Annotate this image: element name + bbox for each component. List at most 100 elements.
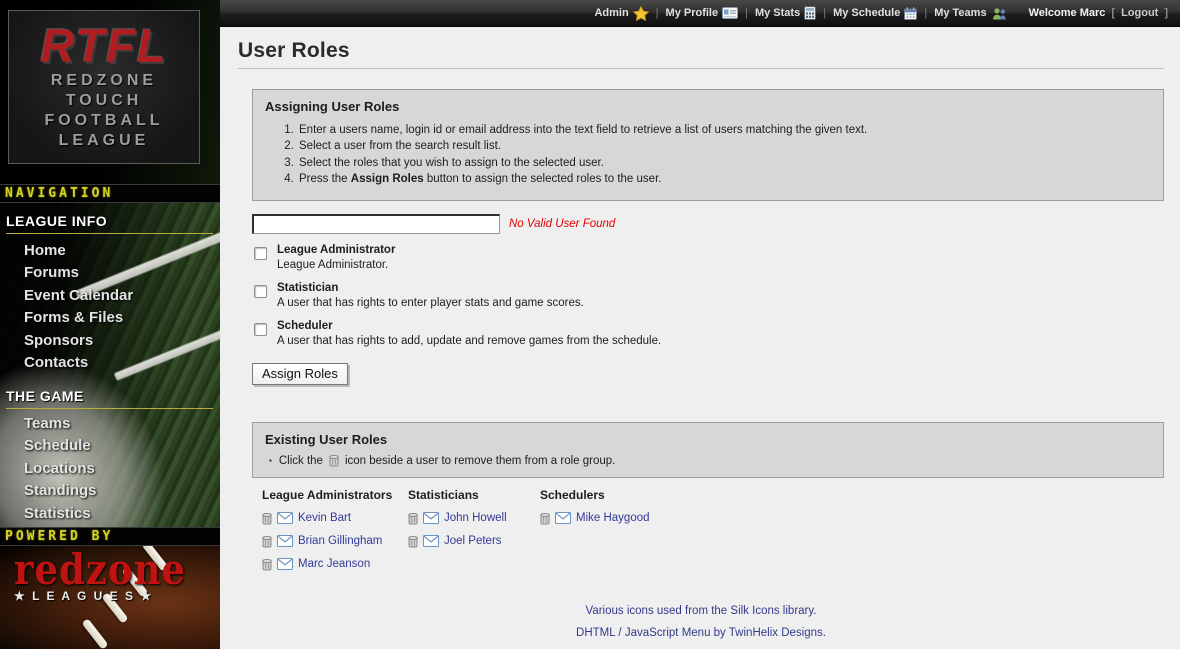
vcard-icon xyxy=(722,7,738,19)
member-name-link[interactable]: Marc Jeanson xyxy=(298,558,370,570)
member-name-link[interactable]: Joel Peters xyxy=(444,535,502,547)
topbar-session: Welcome Marc [ Logout ] xyxy=(1029,7,1168,19)
remove-user-trash-icon[interactable] xyxy=(262,512,272,525)
sidebar-item-standings[interactable]: Standings xyxy=(0,480,220,502)
sidebar-item-forums[interactable]: Forums xyxy=(0,262,220,284)
instruction-step: Select the roles that you wish to assign… xyxy=(297,155,1151,171)
role-label: Scheduler xyxy=(277,320,661,334)
email-user-mail-icon[interactable] xyxy=(277,558,293,570)
email-user-mail-icon[interactable] xyxy=(277,512,293,524)
member-name-link[interactable]: Mike Haygood xyxy=(576,512,650,524)
topbar-my-profile-label: My Profile xyxy=(666,7,719,19)
logo-line: TOUCH xyxy=(9,91,199,111)
topbar-my-profile[interactable]: My Profile xyxy=(666,7,739,19)
calculator-icon xyxy=(804,6,816,20)
sidebar-item-contacts[interactable]: Contacts xyxy=(0,352,220,374)
logo-line: LEAGUE xyxy=(9,131,199,151)
group-schedulers: Schedulers Mike Haygood xyxy=(540,488,700,571)
topbar-my-teams-label: My Teams xyxy=(934,7,986,19)
logout-link[interactable]: Logout xyxy=(1121,7,1158,19)
sidebar-item-schedule[interactable]: Schedule xyxy=(0,435,220,457)
sidebar-item-forms-files[interactable]: Forms & Files xyxy=(0,307,220,329)
topbar-separator: | xyxy=(924,7,927,19)
topbar-my-stats-label: My Stats xyxy=(755,7,800,19)
topbar-my-teams[interactable]: My Teams xyxy=(934,7,1006,20)
member-row: Marc Jeanson xyxy=(262,557,408,571)
sidebar-item-locations[interactable]: Locations xyxy=(0,458,220,480)
bullet: ▪ xyxy=(269,456,272,465)
instruction-step: Select a user from the search result lis… xyxy=(297,138,1151,154)
football-lace xyxy=(81,618,108,649)
group-title: Statisticians xyxy=(408,488,540,502)
league-logo: RTFL REDZONE TOUCH FOOTBALL LEAGUE xyxy=(8,10,200,164)
sidebar-item-home[interactable]: Home xyxy=(0,240,220,262)
welcome-text: Welcome Marc xyxy=(1029,7,1106,19)
remove-user-trash-icon[interactable] xyxy=(262,558,272,571)
sidebar-item-teams[interactable]: Teams xyxy=(0,413,220,435)
the-game-menu: Teams Schedule Locations Standings Stati… xyxy=(0,413,220,525)
member-row: Brian Gillingham xyxy=(262,534,408,548)
email-user-mail-icon[interactable] xyxy=(423,535,439,547)
email-user-mail-icon[interactable] xyxy=(423,512,439,524)
topbar-admin-label: Admin xyxy=(594,7,628,19)
role-option-scheduler: Scheduler A user that has rights to add,… xyxy=(252,320,1164,348)
search-status-message: No Valid User Found xyxy=(509,218,615,230)
topbar: Admin | My Profile | My Stats | My Sched… xyxy=(220,0,1180,27)
footer-credit-menu: DHTML / JavaScript Menu by TwinHelix Des… xyxy=(238,627,1164,639)
sidebar-item-statistics[interactable]: Statistics xyxy=(0,503,220,525)
page-title: User Roles xyxy=(238,39,1164,63)
topbar-admin[interactable]: Admin xyxy=(594,6,648,21)
league-administrator-checkbox[interactable] xyxy=(254,247,267,260)
assign-roles-button[interactable]: Assign Roles xyxy=(252,363,348,385)
role-option-league-administrator: League Administrator League Administrato… xyxy=(252,244,1164,272)
user-search-input[interactable] xyxy=(252,214,500,234)
section-title-the-game: THE GAME xyxy=(6,388,213,409)
email-user-mail-icon[interactable] xyxy=(277,535,293,547)
note-text: icon beside a user to remove them from a… xyxy=(345,455,615,467)
sidebar-item-sponsors[interactable]: Sponsors xyxy=(0,330,220,352)
footer: Various icons used from the Silk Icons l… xyxy=(238,605,1164,639)
remove-user-trash-icon[interactable] xyxy=(262,535,272,548)
group-title: League Administrators xyxy=(262,488,408,502)
role-label: Statistician xyxy=(277,282,584,296)
remove-user-trash-icon[interactable] xyxy=(408,512,418,525)
sidebar-item-event-calendar[interactable]: Event Calendar xyxy=(0,285,220,307)
role-description: League Administrator. xyxy=(277,259,395,273)
group-icon xyxy=(991,7,1007,20)
statistician-checkbox[interactable] xyxy=(254,285,267,298)
member-row: John Howell xyxy=(408,511,540,525)
trash-icon xyxy=(329,454,339,467)
existing-box-note: ▪ Click the icon beside a user to remove… xyxy=(265,454,1151,467)
logo-acronym: RTFL xyxy=(9,21,199,71)
instruction-bold: Assign Roles xyxy=(351,173,424,185)
member-name-link[interactable]: John Howell xyxy=(444,512,507,524)
remove-user-trash-icon[interactable] xyxy=(408,535,418,548)
instruction-text: Press the xyxy=(299,173,351,185)
role-option-statistician: Statistician A user that has rights to e… xyxy=(252,282,1164,310)
role-groups: League Administrators Kevin Bart Brian G… xyxy=(252,488,1164,571)
assign-box-heading: Assigning User Roles xyxy=(265,99,1151,114)
member-row: Joel Peters xyxy=(408,534,540,548)
note-text: Click the xyxy=(279,455,323,467)
topbar-my-schedule[interactable]: My Schedule xyxy=(833,7,917,20)
logo-line: REDZONE xyxy=(9,71,199,91)
role-description: A user that has rights to enter player s… xyxy=(277,297,584,311)
user-search-row: No Valid User Found xyxy=(252,214,1164,234)
footer-credit-icons: Various icons used from the Silk Icons l… xyxy=(238,605,1164,617)
member-name-link[interactable]: Kevin Bart xyxy=(298,512,351,524)
redzone-logo-text: redzone xyxy=(14,549,186,588)
bracket: ] xyxy=(1164,7,1168,19)
topbar-my-stats[interactable]: My Stats xyxy=(755,6,816,20)
section-title-league-info: LEAGUE INFO xyxy=(6,213,213,234)
email-user-mail-icon[interactable] xyxy=(555,512,571,524)
logo-line: FOOTBALL xyxy=(9,111,199,131)
group-title: Schedulers xyxy=(540,488,700,502)
instruction-step: Press the Assign Roles button to assign … xyxy=(297,171,1151,187)
scheduler-checkbox[interactable] xyxy=(254,323,267,336)
existing-user-roles-box: Existing User Roles ▪ Click the icon bes… xyxy=(252,422,1164,478)
remove-user-trash-icon[interactable] xyxy=(540,512,550,525)
member-row: Kevin Bart xyxy=(262,511,408,525)
star-icon xyxy=(633,6,649,21)
title-divider xyxy=(238,68,1164,69)
member-name-link[interactable]: Brian Gillingham xyxy=(298,535,382,547)
